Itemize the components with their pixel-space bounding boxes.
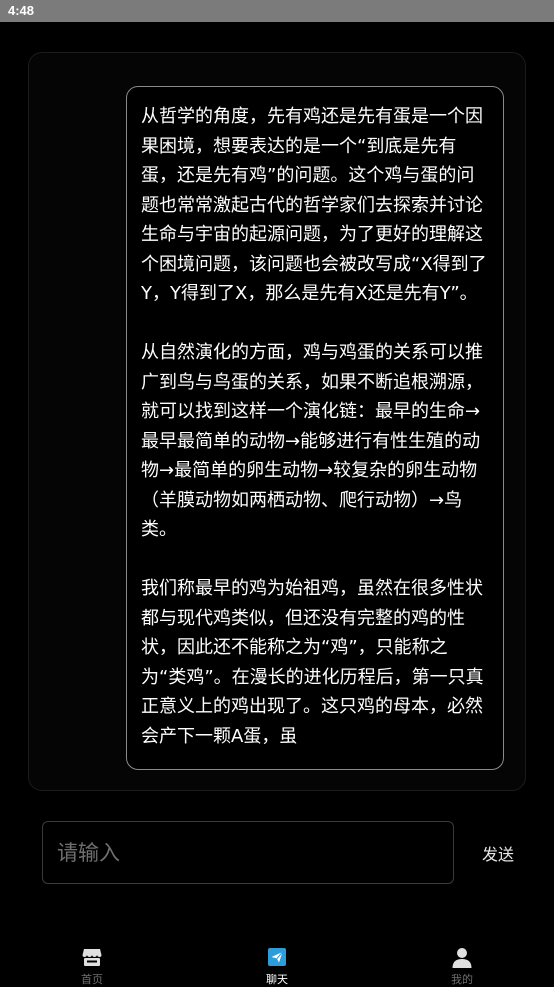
user-icon [451,946,473,968]
message-bubble: 从哲学的角度，先有鸡还是先有蛋是一个因果困境，想要表达的是一个“到底是先有蛋，还… [126,86,504,770]
message-paragraph-1: 从哲学的角度，先有鸡还是先有蛋是一个因果困境，想要表达的是一个“到底是先有蛋，还… [141,106,487,304]
message-input[interactable] [57,822,441,883]
tab-me[interactable]: 我的 [412,940,512,986]
tab-chat[interactable]: 聊天 [227,940,327,986]
status-time: 4:48 [8,3,35,18]
send-button[interactable]: 发送 [470,835,526,871]
message-input-box[interactable] [42,821,454,884]
store-icon [81,946,103,968]
tab-home[interactable]: 首页 [42,940,142,986]
status-bar: 4:48 [0,0,554,22]
chat-panel[interactable]: 从哲学的角度，先有鸡还是先有蛋是一个因果困境，想要表达的是一个“到底是先有蛋，还… [28,52,526,791]
message-paragraph-2: 从自然演化的方面，鸡与鸡蛋的关系可以推广到鸟与鸟蛋的关系，如果不断追根溯源，就可… [141,342,483,540]
send-icon [266,946,288,968]
message-paragraph-3: 我们称最早的鸡为始祖鸡，虽然在很多性状都与现代鸡类似，但还没有完整的鸡的性状，因… [141,578,484,747]
message-text: 从哲学的角度，先有鸡还是先有蛋是一个因果困境，想要表达的是一个“到底是先有蛋，还… [141,102,487,769]
tab-bar: 首页 聊天 我的 [0,940,554,986]
